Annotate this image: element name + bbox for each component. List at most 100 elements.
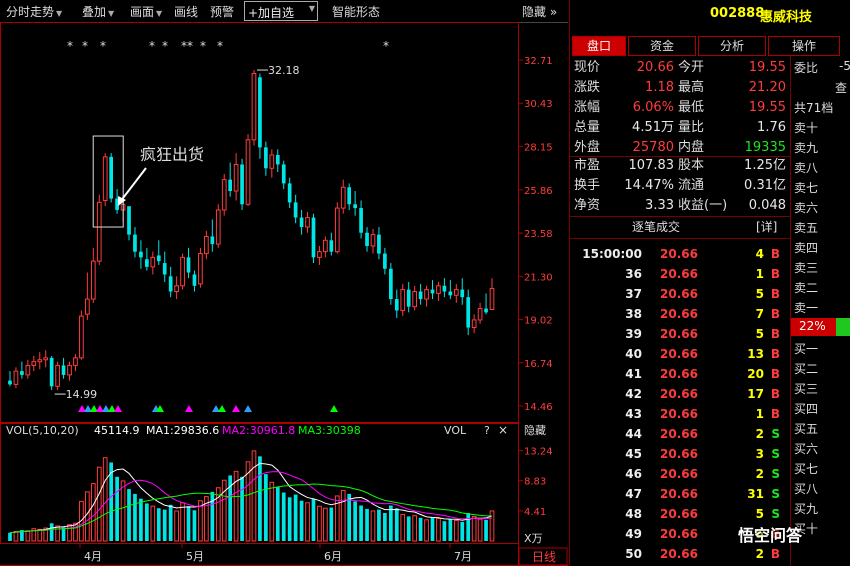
candle-body (347, 187, 352, 205)
tick-row: 40 20.66 13 B (570, 344, 786, 364)
quote-label: 内盘 (678, 140, 705, 155)
price-tick-label: 28.15 (524, 142, 553, 153)
candle-body (400, 289, 406, 311)
watermark-logo: 悟空问答 (738, 526, 803, 545)
ratio-bar: 22% (791, 318, 836, 336)
kline-chart[interactable]: * * * * * * * * * * 32.7130.4328.1525.8623.5821.3… (0, 22, 568, 566)
candle-body (323, 239, 328, 253)
weibi-value: -5 (839, 59, 850, 73)
fund-value: 0.31亿 (744, 178, 786, 193)
ticks-detail-button[interactable]: [详] (756, 218, 777, 235)
tick-row: 43 20.66 1 B (570, 404, 786, 424)
volume-bar (323, 507, 328, 542)
fund-label: 市盈 (574, 158, 601, 173)
volume-bar (400, 513, 406, 542)
tick-price: 20.66 (660, 407, 698, 421)
volume-bar (90, 483, 96, 542)
volume-bar (424, 519, 429, 542)
tick-volume: 5 (755, 507, 764, 521)
chevron-down-icon: ▼ (56, 9, 63, 18)
quote-label: 涨幅 (574, 100, 601, 115)
quote-value: 1.76 (757, 120, 786, 135)
tick-side: S (771, 427, 780, 441)
tick-volume: 13 (747, 347, 764, 361)
tab-pankou[interactable]: 盘口 (572, 36, 626, 56)
smart-pattern-button[interactable]: 智能形态 (332, 3, 380, 20)
tick-price: 20.66 (660, 327, 698, 341)
volume-bar (305, 502, 310, 542)
price-tick-label: 25.86 (524, 186, 553, 197)
tick-price: 20.66 (660, 247, 698, 261)
tick-row: 38 20.66 7 B (570, 304, 786, 324)
chevron-right-icon: » (549, 5, 558, 19)
quote-panel: 002888 惠威科技 盘口 资金 分析 操作 现价 20.66 今开 19.5… (569, 0, 850, 566)
tick-side: B (770, 547, 780, 561)
stock-code: 002888 (710, 6, 765, 21)
hide-toolbar-button[interactable]: 隐藏 » (522, 3, 557, 20)
volume-series (8, 450, 495, 542)
vol-tick-label: 13.24 (524, 447, 553, 458)
volume-bar (383, 513, 387, 541)
tick-time: 47 (625, 487, 642, 501)
candle-body (79, 315, 84, 359)
fund-value: 0.048 (748, 198, 786, 213)
candle-body (424, 289, 429, 300)
candle-body (471, 319, 477, 329)
candle-body (340, 186, 346, 209)
sell-level-label: 卖四 (794, 241, 819, 255)
month-label: 6月 (324, 550, 342, 563)
candle-body (383, 253, 387, 269)
candle-body (365, 232, 369, 246)
candle-body (210, 236, 215, 245)
candle-body (221, 179, 227, 211)
fund-value: 14.47% (624, 178, 674, 193)
canvas-menu[interactable]: 画面 ▼ (130, 3, 162, 20)
candle-body (305, 217, 310, 228)
overlay-menu[interactable]: 叠加 ▼ (82, 3, 114, 20)
price-tick-label: 30.43 (524, 99, 553, 110)
candle-body (215, 209, 221, 245)
tick-price: 20.66 (660, 367, 698, 381)
volume-bar (460, 521, 465, 541)
star-marker: * (67, 39, 73, 53)
draw-line-button[interactable]: 画线 (174, 3, 198, 20)
tick-time: 38 (625, 307, 642, 321)
candle-body (96, 201, 102, 262)
candle-body (240, 164, 244, 205)
tick-price: 20.66 (660, 267, 698, 281)
vol-ma3: MA3:30398 (298, 424, 361, 437)
tab-operate[interactable]: 操作 (768, 36, 840, 56)
fund-value: 107.83 (628, 158, 675, 173)
timeshare-menu[interactable]: 分时走势 ▼ (6, 3, 62, 20)
candle-body (127, 206, 131, 235)
ticks-title: 逐笔成交 (632, 220, 681, 234)
candle-body (13, 370, 19, 385)
tick-volume: 5 (755, 287, 764, 301)
buy-level-label: 买二 (794, 362, 819, 376)
tab-analysis[interactable]: 分析 (698, 36, 766, 56)
candle-body (133, 234, 137, 252)
candle-body (192, 274, 197, 286)
tick-volume: 5 (755, 327, 764, 341)
axis-labels: 32.71 30.43 28.15 25.86 23.58 21.30 19.02 16.74… (6, 56, 568, 566)
tick-time: 42 (625, 387, 642, 401)
volume-bar (442, 521, 447, 541)
query-button[interactable]: 查 (835, 79, 847, 96)
add-favorite-button[interactable]: +加自选 ▼ (244, 1, 318, 21)
candle-body (430, 289, 435, 294)
alert-button[interactable]: 预警 (210, 3, 234, 20)
tick-time: 50 (625, 547, 642, 561)
tick-side: S (771, 487, 780, 501)
period-label: 日线 (532, 550, 556, 564)
volume-bar (329, 507, 334, 541)
tick-row: 36 20.66 1 B (570, 264, 786, 284)
volume-bar (377, 509, 381, 541)
volume-bar (275, 487, 280, 541)
chevron-down-icon: ▼ (108, 9, 115, 18)
volume-bar (221, 479, 227, 542)
volume-bar (8, 532, 12, 541)
signal-markers: * * * * * * * * * * (67, 39, 389, 412)
tick-time: 36 (625, 267, 642, 281)
buy-level-label: 买三 (794, 382, 819, 396)
tab-funds[interactable]: 资金 (628, 36, 696, 56)
